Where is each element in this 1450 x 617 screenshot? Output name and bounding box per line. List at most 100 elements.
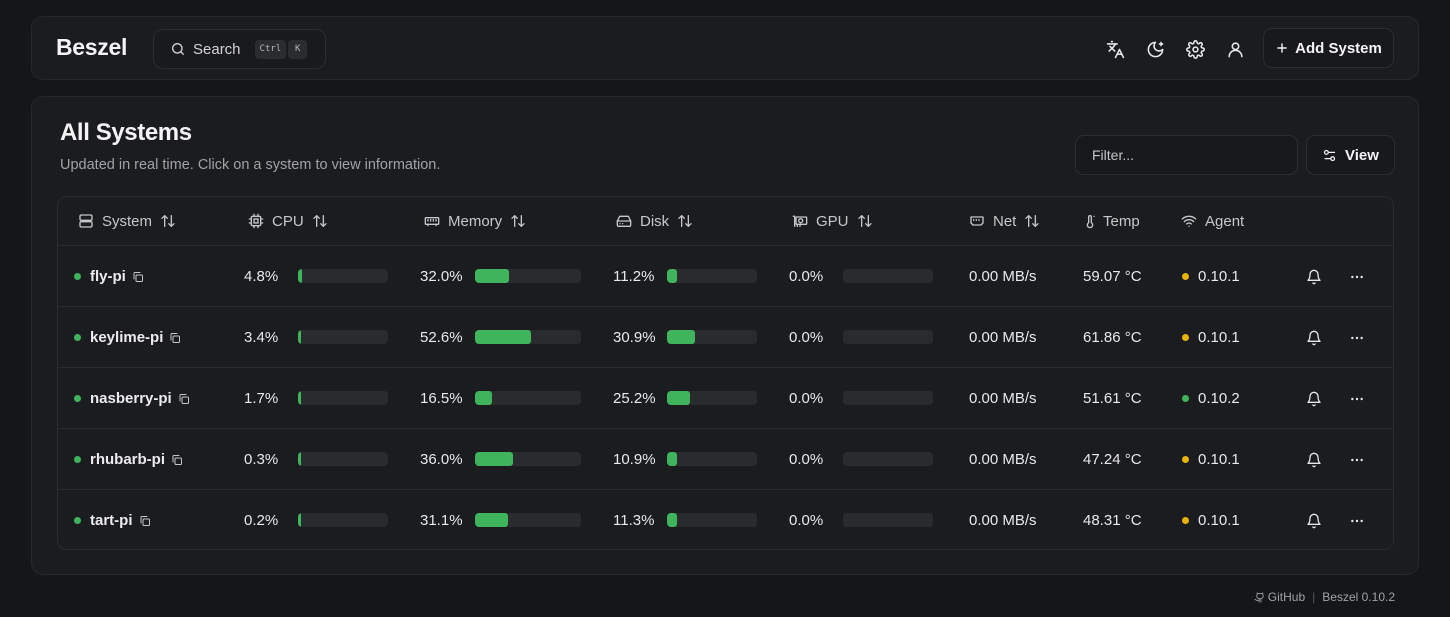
column-memory-label: Memory <box>448 212 503 230</box>
column-system-label: System <box>102 212 153 230</box>
column-agent[interactable]: Agent <box>1181 197 1244 245</box>
page-subtitle: Updated in real time. Click on a system … <box>60 157 441 173</box>
memory-icon <box>424 217 440 227</box>
column-disk-label: Disk <box>640 212 670 230</box>
system-name[interactable]: tart-pi <box>90 512 133 529</box>
alerts-button[interactable] <box>1302 448 1326 472</box>
search-button[interactable]: Search Ctrl K <box>153 29 326 69</box>
table-row[interactable]: fly-pi 4.8% 32.0% 11.2% 0.0% 0.00 MB/s 59.07 °… <box>58 246 1393 307</box>
hard-drive-icon <box>616 215 632 227</box>
more-actions-button[interactable] <box>1345 448 1369 472</box>
alerts-cell <box>1302 429 1326 490</box>
cpu-value: 1.7% <box>244 390 279 407</box>
agent-cell: 0.10.1 <box>1182 246 1240 307</box>
more-horizontal-icon <box>1351 336 1363 339</box>
top-navbar: Beszel Search Ctrl K Add System <box>31 16 1419 80</box>
more-actions-button[interactable] <box>1345 387 1369 411</box>
disk-value: 11.2% <box>613 268 655 285</box>
sort-icon <box>678 215 692 227</box>
table-row[interactable]: keylime-pi 3.4% 52.6% 30.9% 0.0% 0.00 MB/s 61.… <box>58 307 1393 368</box>
sort-icon <box>161 215 175 227</box>
view-label: View <box>1345 146 1379 164</box>
filter-input[interactable] <box>1075 135 1298 175</box>
copy-icon[interactable] <box>178 393 190 405</box>
column-disk[interactable]: Disk <box>616 197 693 245</box>
search-icon <box>172 43 184 55</box>
system-name[interactable]: fly-pi <box>90 268 126 285</box>
disk-bar <box>667 269 757 283</box>
system-cell: fly-pi <box>74 246 144 307</box>
column-system[interactable]: System <box>78 197 176 245</box>
column-memory[interactable]: Memory <box>424 197 526 245</box>
agent-cell: 0.10.1 <box>1182 490 1240 549</box>
column-cpu[interactable]: CPU <box>248 197 328 245</box>
alerts-cell <box>1302 307 1326 368</box>
disk-value: 11.3% <box>613 512 655 529</box>
agent-cell: 0.10.2 <box>1182 368 1240 429</box>
disk-bar-fill <box>667 391 690 405</box>
column-temp-label: Temp <box>1103 212 1140 230</box>
gpu-value: 0.0% <box>789 390 824 407</box>
system-name[interactable]: rhubarb-pi <box>90 451 165 468</box>
more-cell <box>1345 368 1369 429</box>
memory-value: 52.6% <box>420 329 463 346</box>
more-actions-button[interactable] <box>1345 326 1369 350</box>
copy-icon[interactable] <box>139 515 151 527</box>
wifi-icon <box>1181 215 1197 227</box>
system-name[interactable]: keylime-pi <box>90 329 163 346</box>
more-cell <box>1345 246 1369 307</box>
copy-icon[interactable] <box>132 271 144 283</box>
system-name[interactable]: nasberry-pi <box>90 390 172 407</box>
systems-card: All Systems Updated in real time. Click … <box>31 96 1419 575</box>
table-row[interactable]: rhubarb-pi 0.3% 36.0% 10.9% 0.0% 0.00 MB/s 47.… <box>58 429 1393 490</box>
shortcut-k: K <box>288 39 308 59</box>
more-actions-button[interactable] <box>1345 265 1369 289</box>
cpu-value: 4.8% <box>244 268 279 285</box>
memory-bar <box>475 452 581 466</box>
view-options-button[interactable]: View <box>1306 135 1395 175</box>
disk-bar-fill <box>667 330 695 344</box>
disk-value: 25.2% <box>613 390 656 407</box>
alerts-button[interactable] <box>1302 387 1326 411</box>
logo[interactable]: Beszel <box>56 34 127 61</box>
user-menu-button[interactable] <box>1223 37 1247 61</box>
cpu-bar-fill <box>298 330 302 344</box>
gpu-bar <box>843 330 933 344</box>
cpu-bar-fill <box>298 452 301 466</box>
theme-toggle-button[interactable] <box>1143 37 1167 61</box>
settings-button[interactable] <box>1183 37 1207 61</box>
agent-status-dot <box>1182 395 1189 402</box>
agent-version: 0.10.2 <box>1198 390 1240 407</box>
footer: GitHub | Beszel 0.10.2 <box>1254 590 1395 604</box>
table-row[interactable]: nasberry-pi 1.7% 16.5% 25.2% 0.0% 0.00 MB/s 51… <box>58 368 1393 429</box>
agent-version: 0.10.1 <box>1198 451 1240 468</box>
alerts-button[interactable] <box>1302 265 1326 289</box>
column-net-label: Net <box>993 212 1017 230</box>
system-cell: tart-pi <box>74 490 151 549</box>
github-icon <box>1254 591 1264 603</box>
gpu-bar <box>843 269 933 283</box>
cpu-bar <box>298 513 388 527</box>
cpu-bar-fill <box>298 269 303 283</box>
more-cell <box>1345 307 1369 368</box>
alerts-button[interactable] <box>1302 326 1326 350</box>
add-system-button[interactable]: Add System <box>1263 28 1394 68</box>
copy-icon[interactable] <box>169 332 181 344</box>
column-temp[interactable]: Temp <box>1082 197 1140 245</box>
column-gpu-label: GPU <box>816 212 849 230</box>
github-link[interactable]: GitHub <box>1268 590 1305 604</box>
net-value: 0.00 MB/s <box>969 268 1037 285</box>
alerts-button[interactable] <box>1302 509 1326 533</box>
column-net[interactable]: Net <box>969 197 1040 245</box>
column-gpu[interactable]: GPU <box>792 197 873 245</box>
copy-icon[interactable] <box>171 454 183 466</box>
agent-cell: 0.10.1 <box>1182 429 1240 490</box>
memory-bar <box>475 330 581 344</box>
language-button[interactable] <box>1103 37 1127 61</box>
more-actions-button[interactable] <box>1345 509 1369 533</box>
footer-separator: | <box>1312 590 1316 604</box>
agent-status-dot <box>1182 334 1189 341</box>
version-label: Beszel 0.10.2 <box>1322 590 1395 604</box>
table-row[interactable]: tart-pi 0.2% 31.1% 11.3% 0.0% 0.00 MB/s 48.31 … <box>58 490 1393 549</box>
systems-table: System CPU Memory Disk GPU Net Temp Agen… <box>57 196 1394 550</box>
